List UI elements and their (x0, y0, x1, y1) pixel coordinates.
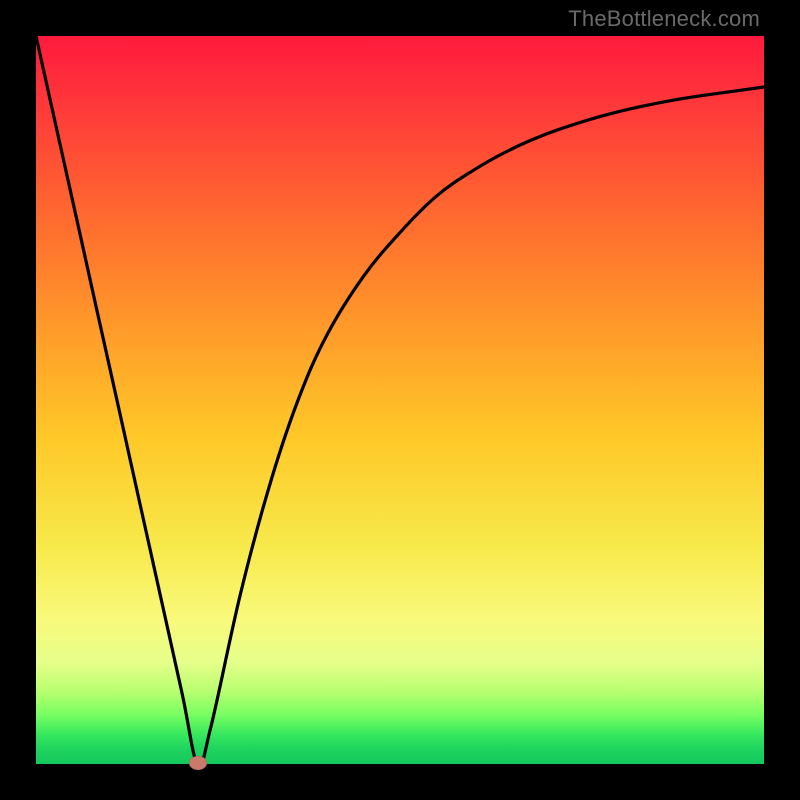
minimum-marker-dot (189, 756, 207, 770)
curve-svg (36, 36, 764, 764)
plot-area (36, 36, 764, 764)
chart-frame: TheBottleneck.com (0, 0, 800, 800)
watermark-text: TheBottleneck.com (568, 6, 760, 32)
bottleneck-curve-path (36, 36, 764, 766)
